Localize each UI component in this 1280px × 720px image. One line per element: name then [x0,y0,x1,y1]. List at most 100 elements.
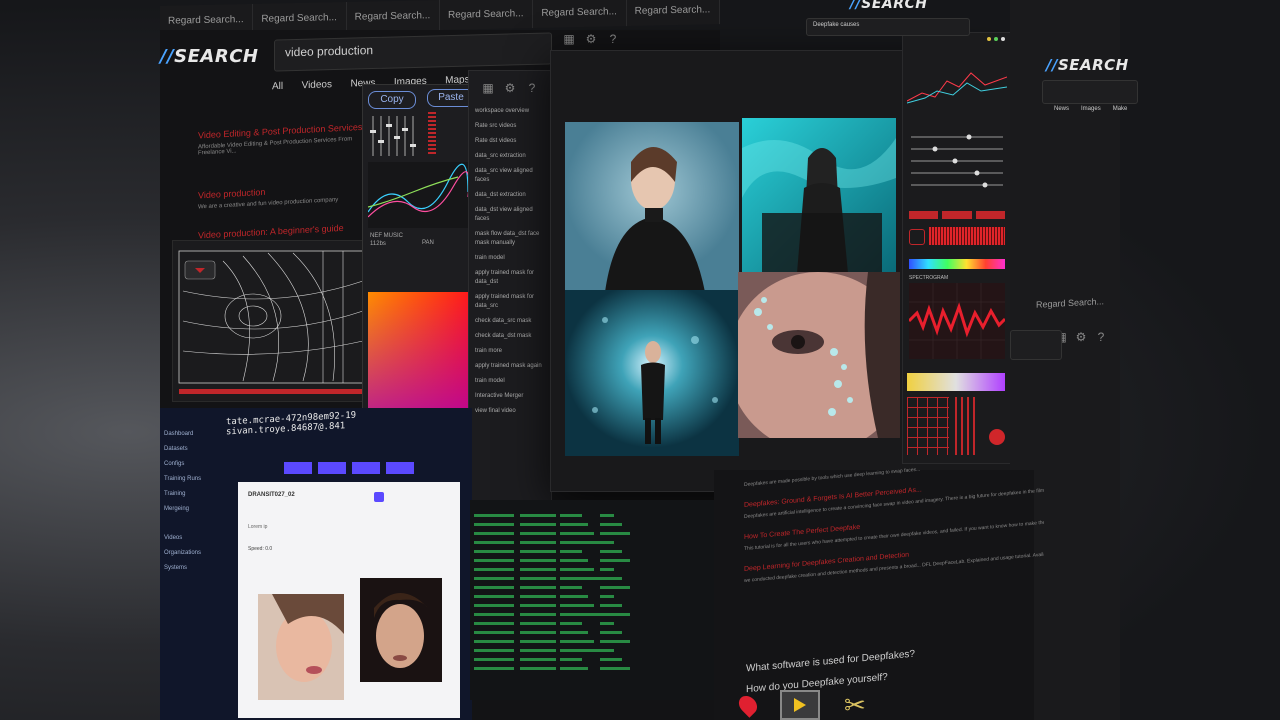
workflow-step[interactable]: train more [475,347,545,356]
waveform-bar [600,577,622,580]
sidebar-item[interactable]: Training [164,490,234,499]
workflow-step[interactable]: workspace overview [475,107,545,116]
workflow-step[interactable]: apply trained mask again [475,362,545,371]
video-thumbnail-4[interactable] [738,272,900,438]
workflow-step[interactable]: check data_dst mask [475,332,545,341]
waveform-bar [520,658,556,661]
spectrogram [907,283,1007,359]
waveform-bar [474,649,514,652]
workflow-step[interactable]: train model [475,254,545,263]
settings-gear-icon[interactable]: ⚙ [1074,330,1088,344]
workflow-step[interactable]: Interactive Merger [475,392,545,401]
sidebar-item[interactable]: Videos [164,534,234,543]
workflow-step[interactable]: data_src extraction [475,152,545,161]
action-button[interactable] [352,462,380,474]
top-search-input[interactable]: Deepfake causes [806,18,970,36]
workflow-step[interactable]: check data_src mask [475,317,545,326]
tools-icon[interactable]: ✂ [844,692,866,718]
video-thumbnail-1[interactable] [565,122,739,292]
waveform-bar [520,586,556,589]
video-thumbnail-3[interactable] [565,290,739,456]
audio-graph [367,162,470,228]
action-button[interactable] [318,462,346,474]
logo-slash: // [1046,56,1058,74]
logo-text: SEARCH [861,0,928,12]
sidebar-item[interactable]: Datasets [164,445,234,454]
sidebar-item[interactable]: Mergeing [164,505,234,514]
workflow-step[interactable]: Rate dst videos [475,137,545,146]
pad-grid[interactable] [907,397,949,455]
location-pin-icon[interactable] [735,692,761,718]
help-icon[interactable]: ? [606,32,620,46]
apps-grid-icon[interactable]: ▦ [562,32,576,46]
gradient-swatch[interactable] [907,373,1005,391]
browser-tab[interactable]: Regard Search... [626,0,720,27]
red-knob-icon[interactable] [989,429,1005,445]
workflow-step[interactable]: Rate src videos [475,122,545,131]
right-search-logo[interactable]: //SEARCH [1046,56,1129,74]
top-search-logo[interactable]: //SEARCH [850,0,928,12]
card-title: DRANSIT027_02 [248,492,295,498]
workflow-step[interactable]: apply trained mask for data_src [475,293,545,311]
taskbar-icons: ✂ [735,690,866,720]
right-search-input[interactable] [1042,80,1138,104]
mini-meters[interactable] [955,397,979,455]
sidebar-item[interactable]: Organizations [164,549,234,558]
settings-gear-icon[interactable]: ⚙ [503,81,517,95]
action-button[interactable] [386,462,414,474]
lower-right-search-input[interactable] [1010,330,1062,360]
nav-tab-news[interactable]: News [1054,106,1069,112]
eq-sliders[interactable] [368,114,418,158]
nav-tab-make[interactable]: Make [1113,106,1128,112]
slider-bank[interactable] [907,131,1007,211]
sidebar-item[interactable]: Systems [164,564,234,573]
help-icon[interactable]: ? [1094,330,1108,344]
window-dots [987,37,1005,41]
waveform-bar [520,541,556,544]
waveform-bar [600,586,630,589]
search-logo[interactable]: //SEARCH [160,46,258,67]
waveform-bar [520,577,556,580]
sidebar-item[interactable]: Configs [164,460,234,469]
record-button[interactable] [909,229,925,245]
waveform-bar [474,640,514,643]
browser-tab[interactable]: Regard Search... [346,0,440,32]
sidebar-item[interactable]: Training Runs [164,475,234,484]
workflow-step[interactable]: data_dst extraction [475,191,545,200]
waveform-bar [520,613,556,616]
workflow-step[interactable]: mask flow data_dst face mask manually [475,230,545,248]
waveform-bar [474,577,514,580]
waveform-bar [474,667,514,670]
browser-tab[interactable]: Regard Search... [533,0,627,29]
workflow-step[interactable]: train model [475,377,545,386]
browser-tab[interactable]: Regard Search... [439,0,534,31]
waveform-bar [560,622,582,625]
window-dot-icon[interactable] [1001,37,1005,41]
nav-tab-all[interactable]: All [272,81,283,92]
action-button[interactable] [284,462,312,474]
nav-tab-videos[interactable]: Videos [302,79,332,91]
window-dot-icon[interactable] [987,37,991,41]
help-icon[interactable]: ? [525,81,539,95]
settings-gear-icon[interactable]: ⚙ [584,32,598,46]
workflow-step[interactable]: data_dst view aligned faces [475,206,545,224]
waveform-bar [560,541,600,544]
face-image-right[interactable] [360,578,442,682]
video-player-icon[interactable] [780,690,820,720]
face-image-left[interactable] [258,594,344,700]
workflow-step[interactable]: view final video [475,407,545,416]
nav-tab-images[interactable]: Images [1081,106,1101,112]
waveform-bar [600,649,614,652]
workflow-step[interactable]: apply trained mask for data_dst [475,269,545,287]
workflow-step-list: workspace overview Rate src videos Rate ds… [469,107,551,416]
red-toggle-row[interactable] [909,211,1005,219]
video-thumbnail-2[interactable] [742,118,896,273]
apps-grid-icon[interactable]: ▦ [481,81,495,95]
workflow-panel: ▦ ⚙ ? workspace overview Rate src videos R… [468,70,552,522]
waveform-bar [560,649,600,652]
copy-button[interactable]: Copy [368,91,416,109]
window-dot-icon[interactable] [994,37,998,41]
sidebar-item[interactable]: Dashboard [164,430,234,439]
workflow-step[interactable]: data_src view aligned faces [475,167,545,185]
card-add-button[interactable] [374,492,384,502]
